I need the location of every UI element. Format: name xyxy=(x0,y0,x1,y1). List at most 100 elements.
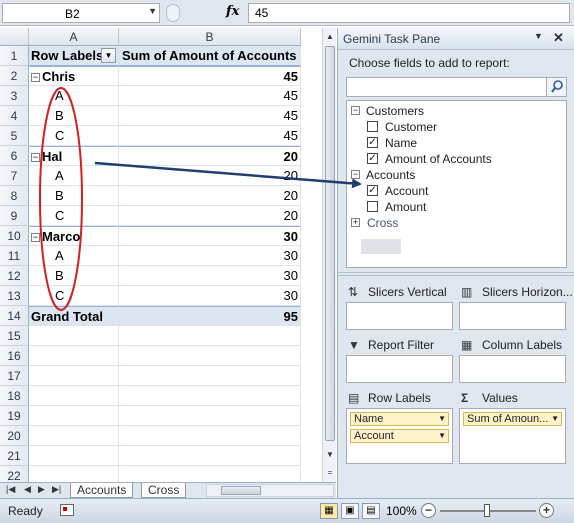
pane-splitter[interactable] xyxy=(338,272,574,276)
cell-a[interactable]: B xyxy=(29,106,119,126)
row-number[interactable]: 2 xyxy=(0,66,29,86)
formula-bar-resize-handle[interactable] xyxy=(166,4,180,22)
cell-b[interactable]: Sum of Amount of Accounts xyxy=(119,46,301,66)
collapse-icon[interactable]: − xyxy=(31,233,40,242)
filter-dropdown-icon[interactable]: ▼ xyxy=(101,48,116,63)
cell-a[interactable] xyxy=(29,326,119,346)
cell-b[interactable] xyxy=(119,326,301,346)
horizontal-scroll-thumb[interactable] xyxy=(221,486,261,495)
row-number[interactable]: 8 xyxy=(0,186,29,206)
cell-a[interactable]: Row Labels ▼ xyxy=(29,46,119,66)
cell-b[interactable]: 30 xyxy=(119,246,301,266)
spreadsheet-grid[interactable]: A B 1 Row Labels ▼ Sum of Amount of Account… xyxy=(0,28,322,482)
collapse-icon[interactable]: − xyxy=(351,106,360,115)
cell-a[interactable]: B xyxy=(29,266,119,286)
cell-a[interactable] xyxy=(29,406,119,426)
cell-a[interactable] xyxy=(29,446,119,466)
cell-a[interactable]: − Marco xyxy=(29,226,119,246)
cell-b[interactable] xyxy=(119,366,301,386)
field-item[interactable]: ✓ Amount of Accounts xyxy=(347,151,566,167)
scroll-down-icon[interactable]: ▼ xyxy=(323,448,337,462)
cell-a[interactable]: C xyxy=(29,286,119,306)
field-item[interactable]: ✓ Account xyxy=(347,183,566,199)
field-checkbox[interactable] xyxy=(367,121,378,132)
cell-b[interactable]: 30 xyxy=(119,286,301,306)
cell-a[interactable]: A xyxy=(29,246,119,266)
cell-b[interactable] xyxy=(119,466,301,482)
cell-b[interactable]: 30 xyxy=(119,226,301,246)
cell-b[interactable]: 95 xyxy=(119,306,301,326)
cell-b[interactable] xyxy=(119,346,301,366)
row-field-chip[interactable]: Account ▼ xyxy=(350,429,449,443)
row-number[interactable]: 12 xyxy=(0,266,29,286)
expand-icon[interactable]: + xyxy=(351,218,360,227)
zoom-out-icon[interactable]: − xyxy=(421,503,436,518)
first-sheet-icon[interactable]: |◀ xyxy=(6,484,15,495)
field-item[interactable]: Customer xyxy=(347,119,566,135)
field-search-input[interactable] xyxy=(346,77,567,97)
vertical-scrollbar[interactable]: ▲ ▼ = xyxy=(322,28,336,482)
cell-a[interactable]: A xyxy=(29,166,119,186)
cell-a[interactable]: A xyxy=(29,86,119,106)
cell-a[interactable] xyxy=(29,426,119,446)
row-number[interactable]: 14 xyxy=(0,306,29,326)
collapse-icon[interactable]: − xyxy=(31,153,40,162)
row-number[interactable]: 18 xyxy=(0,386,29,406)
row-number[interactable]: 16 xyxy=(0,346,29,366)
row-number[interactable]: 20 xyxy=(0,426,29,446)
cell-b[interactable] xyxy=(119,386,301,406)
row-number[interactable]: 21 xyxy=(0,446,29,466)
cell-a[interactable]: C xyxy=(29,126,119,146)
cell-b[interactable]: 45 xyxy=(119,86,301,106)
split-box-icon[interactable]: = xyxy=(323,466,337,480)
cell-b[interactable] xyxy=(119,406,301,426)
column-labels-dropzone[interactable] xyxy=(459,355,566,383)
cell-b[interactable]: 45 xyxy=(119,66,301,86)
row-number[interactable]: 6 xyxy=(0,146,29,166)
cell-a[interactable]: B xyxy=(29,186,119,206)
row-number[interactable]: 1 xyxy=(0,46,29,66)
zoom-level[interactable]: 100% xyxy=(386,504,417,518)
cell-a[interactable]: − Hal xyxy=(29,146,119,166)
field-checkbox[interactable] xyxy=(367,201,378,212)
cell-b[interactable]: 45 xyxy=(119,126,301,146)
row-number[interactable]: 22 xyxy=(0,466,29,482)
cell-a[interactable]: − Chris xyxy=(29,66,119,86)
slicers-vertical-dropzone[interactable] xyxy=(346,302,453,330)
cell-b[interactable]: 20 xyxy=(119,166,301,186)
row-number[interactable]: 4 xyxy=(0,106,29,126)
row-number[interactable]: 15 xyxy=(0,326,29,346)
cell-a[interactable] xyxy=(29,466,119,482)
cell-a[interactable]: Grand Total xyxy=(29,306,119,326)
row-number[interactable]: 9 xyxy=(0,206,29,226)
cell-a[interactable]: C xyxy=(29,206,119,226)
collapse-icon[interactable]: − xyxy=(351,170,360,179)
cell-a[interactable] xyxy=(29,366,119,386)
next-sheet-icon[interactable]: ▶ xyxy=(38,484,45,495)
field-checkbox[interactable]: ✓ xyxy=(367,137,378,148)
row-number[interactable]: 19 xyxy=(0,406,29,426)
row-field-chip[interactable]: Name ▼ xyxy=(350,412,449,426)
name-box[interactable]: B2 ▼ xyxy=(2,3,160,23)
formula-input[interactable]: 45 xyxy=(248,3,570,23)
value-field-chip[interactable]: Sum of Amoun... ▼ xyxy=(463,412,562,426)
sheet-tab-cross[interactable]: Cross xyxy=(141,483,187,498)
normal-view-icon[interactable]: ▦ xyxy=(320,503,338,519)
search-icon[interactable] xyxy=(546,78,566,96)
row-number[interactable]: 5 xyxy=(0,126,29,146)
slicers-horizontal-dropzone[interactable] xyxy=(459,302,566,330)
cell-b[interactable]: 20 xyxy=(119,206,301,226)
row-number[interactable]: 13 xyxy=(0,286,29,306)
cell-b[interactable] xyxy=(119,426,301,446)
collapse-icon[interactable]: − xyxy=(31,73,40,82)
cell-b[interactable]: 20 xyxy=(119,186,301,206)
field-checkbox[interactable]: ✓ xyxy=(367,153,378,164)
macro-record-icon[interactable] xyxy=(60,504,74,516)
close-icon[interactable]: ✕ xyxy=(553,30,564,46)
row-number[interactable]: 11 xyxy=(0,246,29,266)
field-table-accounts[interactable]: − Accounts xyxy=(347,167,566,183)
values-dropzone[interactable]: Sum of Amoun... ▼ xyxy=(459,408,566,464)
chevron-down-icon[interactable]: ▼ xyxy=(438,413,446,425)
last-sheet-icon[interactable]: ▶| xyxy=(52,484,61,495)
select-all-corner[interactable] xyxy=(0,28,29,46)
